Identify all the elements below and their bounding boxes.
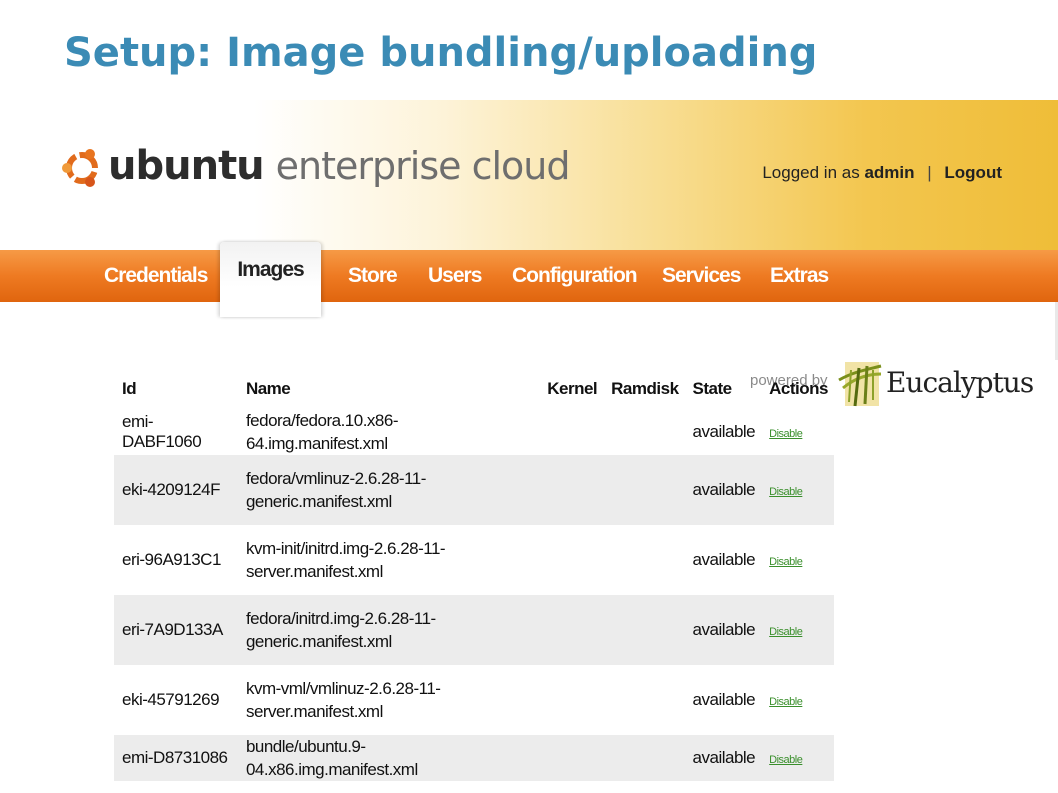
tab-services[interactable]: Services (662, 264, 741, 288)
table-row: emi-D8731086 bundle/ubuntu.9-04.x86.img.… (114, 735, 834, 781)
tab-credentials[interactable]: Credentials (104, 264, 208, 288)
cell-name: kvm-vml/vmlinuz-2.6.28-11- server.manifes… (238, 665, 539, 735)
main-nav: Credentials Images Store Users Configura… (0, 242, 1058, 317)
tab-configuration[interactable]: Configuration (512, 264, 638, 288)
col-header-id: Id (122, 379, 137, 398)
cell-ramdisk (603, 735, 684, 781)
cell-name: fedora/fedora.10.x86-64.img.manifest.xml (238, 409, 539, 455)
cell-ramdisk (603, 665, 684, 735)
cell-actions: Disable (761, 665, 834, 735)
table-row: eki-45791269 kvm-vml/vmlinuz-2.6.28-11- s… (114, 665, 834, 735)
eucalyptus-brand-text: Eucalyptus (886, 366, 1034, 399)
images-table: Id Name Kernel Ramdisk State Actions emi… (114, 369, 834, 781)
login-prefix: Logged in as (762, 163, 860, 182)
disable-link[interactable]: Disable (769, 556, 803, 568)
disable-link[interactable]: Disable (769, 486, 803, 498)
cell-ramdisk (603, 409, 684, 455)
cell-kernel (539, 595, 603, 665)
col-header-ramdisk: Ramdisk (611, 379, 679, 398)
disable-link[interactable]: Disable (769, 696, 803, 708)
name-line-1: bundle/ubuntu.9-04.x86.img.manifest.xml (245, 737, 418, 779)
cell-id: eri-7A9D133A (122, 620, 223, 639)
tab-users[interactable]: Users (428, 264, 482, 288)
name-line-2: server.manifest.xml (245, 702, 383, 721)
name-line-1: kvm-vml/vmlinuz-2.6.28-11- (245, 679, 441, 698)
brand-ubuntu-text: ubuntu (108, 143, 265, 189)
cell-kernel (539, 735, 603, 781)
disable-link[interactable]: Disable (769, 754, 803, 766)
cell-id: eki-4209124F (122, 480, 220, 499)
table-row: eri-7A9D133A fedora/initrd.img-2.6.28-11… (114, 595, 834, 665)
cell-actions: Disable (761, 455, 834, 525)
cell-state: available (692, 748, 756, 767)
cell-ramdisk (603, 455, 684, 525)
cell-id: emi-D8731086 (122, 748, 228, 767)
cell-actions: Disable (761, 735, 834, 781)
cell-actions: Disable (761, 525, 834, 595)
cell-state: available (692, 550, 756, 569)
app-header: ubuntu enterprise cloud Logged in as adm… (0, 100, 1058, 250)
cell-id: eri-96A913C1 (122, 550, 221, 569)
cell-name: kvm-init/initrd.img-2.6.28-11- server.man… (238, 525, 539, 595)
name-line-1: fedora/fedora.10.x86-64.img.manifest.xml (245, 411, 399, 453)
name-line-2: generic.manifest.xml (245, 632, 392, 651)
cell-state: available (692, 480, 756, 499)
col-header-state: State (692, 379, 733, 398)
eucalyptus-logo-icon (838, 362, 882, 407)
cell-state: available (692, 422, 756, 441)
cell-id: emi-DABF1060 (122, 412, 202, 451)
table-row: eri-96A913C1 kvm-init/initrd.img-2.6.28-… (114, 525, 834, 595)
cell-kernel (539, 665, 603, 735)
cell-state: available (692, 620, 756, 639)
cell-name: fedora/vmlinuz-2.6.28-11- generic.manifes… (238, 455, 539, 525)
login-separator: | (927, 163, 932, 182)
disable-link[interactable]: Disable (769, 626, 803, 638)
name-line-1: fedora/initrd.img-2.6.28-11- (245, 609, 436, 628)
cell-id: eki-45791269 (122, 690, 220, 709)
table-row: eki-4209124F fedora/vmlinuz-2.6.28-11- ge… (114, 455, 834, 525)
tab-extras[interactable]: Extras (770, 264, 829, 288)
col-header-kernel: Kernel (547, 379, 598, 398)
name-line-1: fedora/vmlinuz-2.6.28-11- (245, 469, 426, 488)
table-row: emi-DABF1060 fedora/fedora.10.x86-64.img… (114, 409, 834, 455)
cell-kernel (539, 455, 603, 525)
disable-link[interactable]: Disable (769, 428, 803, 440)
name-line-2: server.manifest.xml (245, 562, 383, 581)
screenshot-frame: ubuntu enterprise cloud Logged in as adm… (0, 100, 1058, 793)
brand[interactable]: ubuntu enterprise cloud (60, 138, 570, 194)
col-header-actions: Actions (769, 379, 828, 398)
cell-kernel (539, 409, 603, 455)
tab-images[interactable]: Images (220, 242, 321, 317)
cell-actions: Disable (761, 595, 834, 665)
cell-actions: Disable (761, 409, 834, 455)
col-header-name: Name (245, 379, 291, 398)
name-line-1: kvm-init/initrd.img-2.6.28-11- (245, 539, 446, 558)
cell-ramdisk (603, 525, 684, 595)
cell-kernel (539, 525, 603, 595)
cell-name: fedora/initrd.img-2.6.28-11- generic.mani… (238, 595, 539, 665)
logout-link[interactable]: Logout (944, 163, 1002, 182)
name-line-2: generic.manifest.xml (245, 492, 392, 511)
login-username: admin (864, 163, 915, 182)
cell-name: bundle/ubuntu.9-04.x86.img.manifest.xml (238, 735, 539, 781)
brand-product-text: enterprise cloud (275, 144, 571, 188)
tab-store[interactable]: Store (348, 264, 398, 288)
login-status: Logged in as admin | Logout (762, 163, 1002, 183)
cell-state: available (692, 690, 756, 709)
ubuntu-logo-icon (62, 149, 99, 187)
cell-ramdisk (603, 595, 684, 665)
slide-title: Setup: Image bundling/uploading (64, 30, 818, 76)
table-header-row: Id Name Kernel Ramdisk State Actions (114, 369, 834, 409)
